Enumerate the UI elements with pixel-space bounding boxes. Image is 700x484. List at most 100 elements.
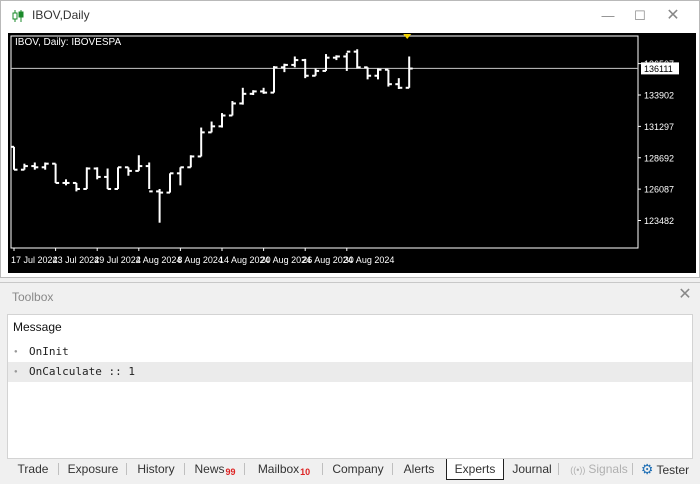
- ohlc-bar: [156, 188, 164, 223]
- ohlc-bar: [332, 55, 340, 61]
- toolbox-close-button[interactable]: ✕: [676, 286, 694, 304]
- ohlc-bar: [228, 101, 236, 117]
- price-chart[interactable]: IBOV, Daily: IBOVESPA1365071339021312971…: [8, 33, 696, 273]
- tab-label: Signals: [588, 462, 628, 476]
- tab-label: Experts: [454, 462, 496, 476]
- ohlc-bar: [405, 56, 413, 89]
- message-text: OnCalculate :: 1: [29, 365, 135, 378]
- message-column-header[interactable]: Message: [8, 315, 692, 339]
- ohlc-bar: [93, 167, 101, 180]
- ohlc-bar: [260, 87, 268, 94]
- plot-frame: [10, 35, 639, 249]
- ohlc-bar: [270, 66, 278, 94]
- tab-experts[interactable]: Experts: [446, 459, 504, 480]
- x-tick-label: 30 Aug 2024: [344, 255, 395, 265]
- y-tick-label: 128692: [644, 153, 674, 163]
- terminal-app: IBOV,Daily — ☐ ✕ IBOV, Daily: IBOVESPA 13…: [0, 0, 700, 484]
- tab-signals[interactable]: ((•)) Signals: [566, 459, 632, 479]
- tab-exposure[interactable]: Exposure: [60, 459, 126, 479]
- tab-mailbox[interactable]: Mailbox10: [246, 459, 322, 479]
- toolbox-tabbar: Trade Exposure History News99 Mailbox10 Compa…: [0, 459, 700, 481]
- tab-separator: [126, 463, 127, 475]
- x-tick-label: 29 Jul 2024: [94, 255, 141, 265]
- toolbox-title: Toolbox: [12, 290, 54, 304]
- ohlc-bar: [83, 167, 91, 190]
- ohlc-bar: [166, 172, 174, 194]
- ohlc-bar: [374, 68, 382, 80]
- ohlc-bar: [52, 162, 60, 184]
- tab-label: Exposure: [67, 462, 119, 476]
- tab-label: History: [137, 462, 175, 476]
- x-tick-label: 17 Jul 2024: [11, 255, 58, 265]
- y-tick-label: 131297: [644, 122, 674, 132]
- ohlc-bar: [187, 155, 195, 169]
- tab-badge: 99: [225, 467, 236, 477]
- message-bullet-icon: ●: [14, 349, 18, 355]
- ohlc-bar: [176, 166, 184, 186]
- close-button[interactable]: ✕: [662, 7, 684, 25]
- tab-company[interactable]: Company: [324, 459, 392, 479]
- ohlc-bar: [312, 68, 320, 77]
- message-row[interactable]: ● OnCalculate :: 1: [8, 362, 692, 382]
- ohlc-bar: [395, 78, 403, 89]
- tab-journal[interactable]: Journal: [506, 459, 558, 479]
- x-tick-label: 23 Jul 2024: [53, 255, 100, 265]
- tab-separator: [392, 463, 393, 475]
- ohlc-bar: [114, 166, 122, 190]
- tab-history[interactable]: History: [128, 459, 184, 479]
- tab-separator: [558, 463, 559, 475]
- y-tick-label: 133902: [644, 90, 674, 100]
- ohlc-bar: [124, 166, 132, 176]
- candlestick-icon: [12, 10, 24, 22]
- tab-separator: [184, 463, 185, 475]
- chart-window-title: IBOV,Daily: [32, 8, 90, 22]
- tab-trade[interactable]: Trade: [8, 459, 58, 479]
- ohlc-bar: [291, 56, 299, 68]
- price-chart-svg[interactable]: IBOV, Daily: IBOVESPA1365071339021312971…: [8, 33, 696, 273]
- ohlc-bar: [20, 163, 28, 171]
- tab-separator: [632, 463, 633, 475]
- chart-titlebar[interactable]: IBOV,Daily — ☐ ✕: [1, 1, 699, 31]
- tab-news[interactable]: News99: [186, 459, 244, 479]
- y-tick-label: 123482: [644, 216, 674, 226]
- message-row[interactable]: ● OnInit: [8, 342, 692, 362]
- y-tick-label: 126087: [644, 185, 674, 195]
- tab-separator: [58, 463, 59, 475]
- ohlc-bar: [249, 90, 257, 96]
- message-panel: Message ● OnInit ● OnCalculate :: 1: [7, 314, 693, 459]
- tab-separator: [244, 463, 245, 475]
- ohlc-bar: [31, 162, 39, 170]
- chart-window: IBOV,Daily — ☐ ✕ IBOV, Daily: IBOVESPA 13…: [0, 0, 700, 278]
- tab-separator: [322, 463, 323, 475]
- ohlc-bar: [197, 127, 205, 158]
- ohlc-bar: [135, 155, 143, 172]
- tab-badge: 10: [300, 467, 311, 477]
- x-tick-label: 8 Aug 2024: [177, 255, 223, 265]
- maximize-button[interactable]: ☐: [629, 7, 651, 25]
- ohlc-bar: [10, 145, 18, 171]
- ohlc-bar: [145, 162, 153, 193]
- ohlc-bar: [208, 121, 216, 134]
- chart-symbol-label: IBOV, Daily: IBOVESPA: [15, 37, 121, 48]
- x-tick-label: 2 Aug 2024: [136, 255, 182, 265]
- tab-label: Trade: [17, 462, 49, 476]
- signal-broadcast-icon: ((•)): [570, 465, 586, 475]
- tab-label: News: [194, 462, 225, 476]
- ohlc-bar: [41, 162, 49, 170]
- ohlc-bar: [104, 168, 112, 190]
- message-bullet-icon: ●: [14, 369, 18, 375]
- ohlc-bar: [62, 179, 70, 186]
- ohlc-bar: [218, 113, 226, 128]
- tab-alerts[interactable]: Alerts: [394, 459, 444, 479]
- tab-tester[interactable]: ⚙ Tester: [636, 459, 694, 479]
- tab-label: Company: [332, 462, 384, 476]
- tab-label: Journal: [512, 462, 552, 476]
- toolbox-panel: Toolbox ✕ Message ● OnInit ● OnCalculate ::…: [0, 282, 700, 484]
- ohlc-bar: [384, 68, 392, 87]
- tab-label: Tester: [656, 463, 690, 477]
- ohlc-bar: [364, 66, 372, 80]
- current-price-label: 136111: [644, 64, 673, 74]
- message-text: OnInit: [29, 345, 69, 358]
- minimize-button[interactable]: —: [597, 7, 619, 25]
- tab-label: Mailbox: [257, 462, 300, 476]
